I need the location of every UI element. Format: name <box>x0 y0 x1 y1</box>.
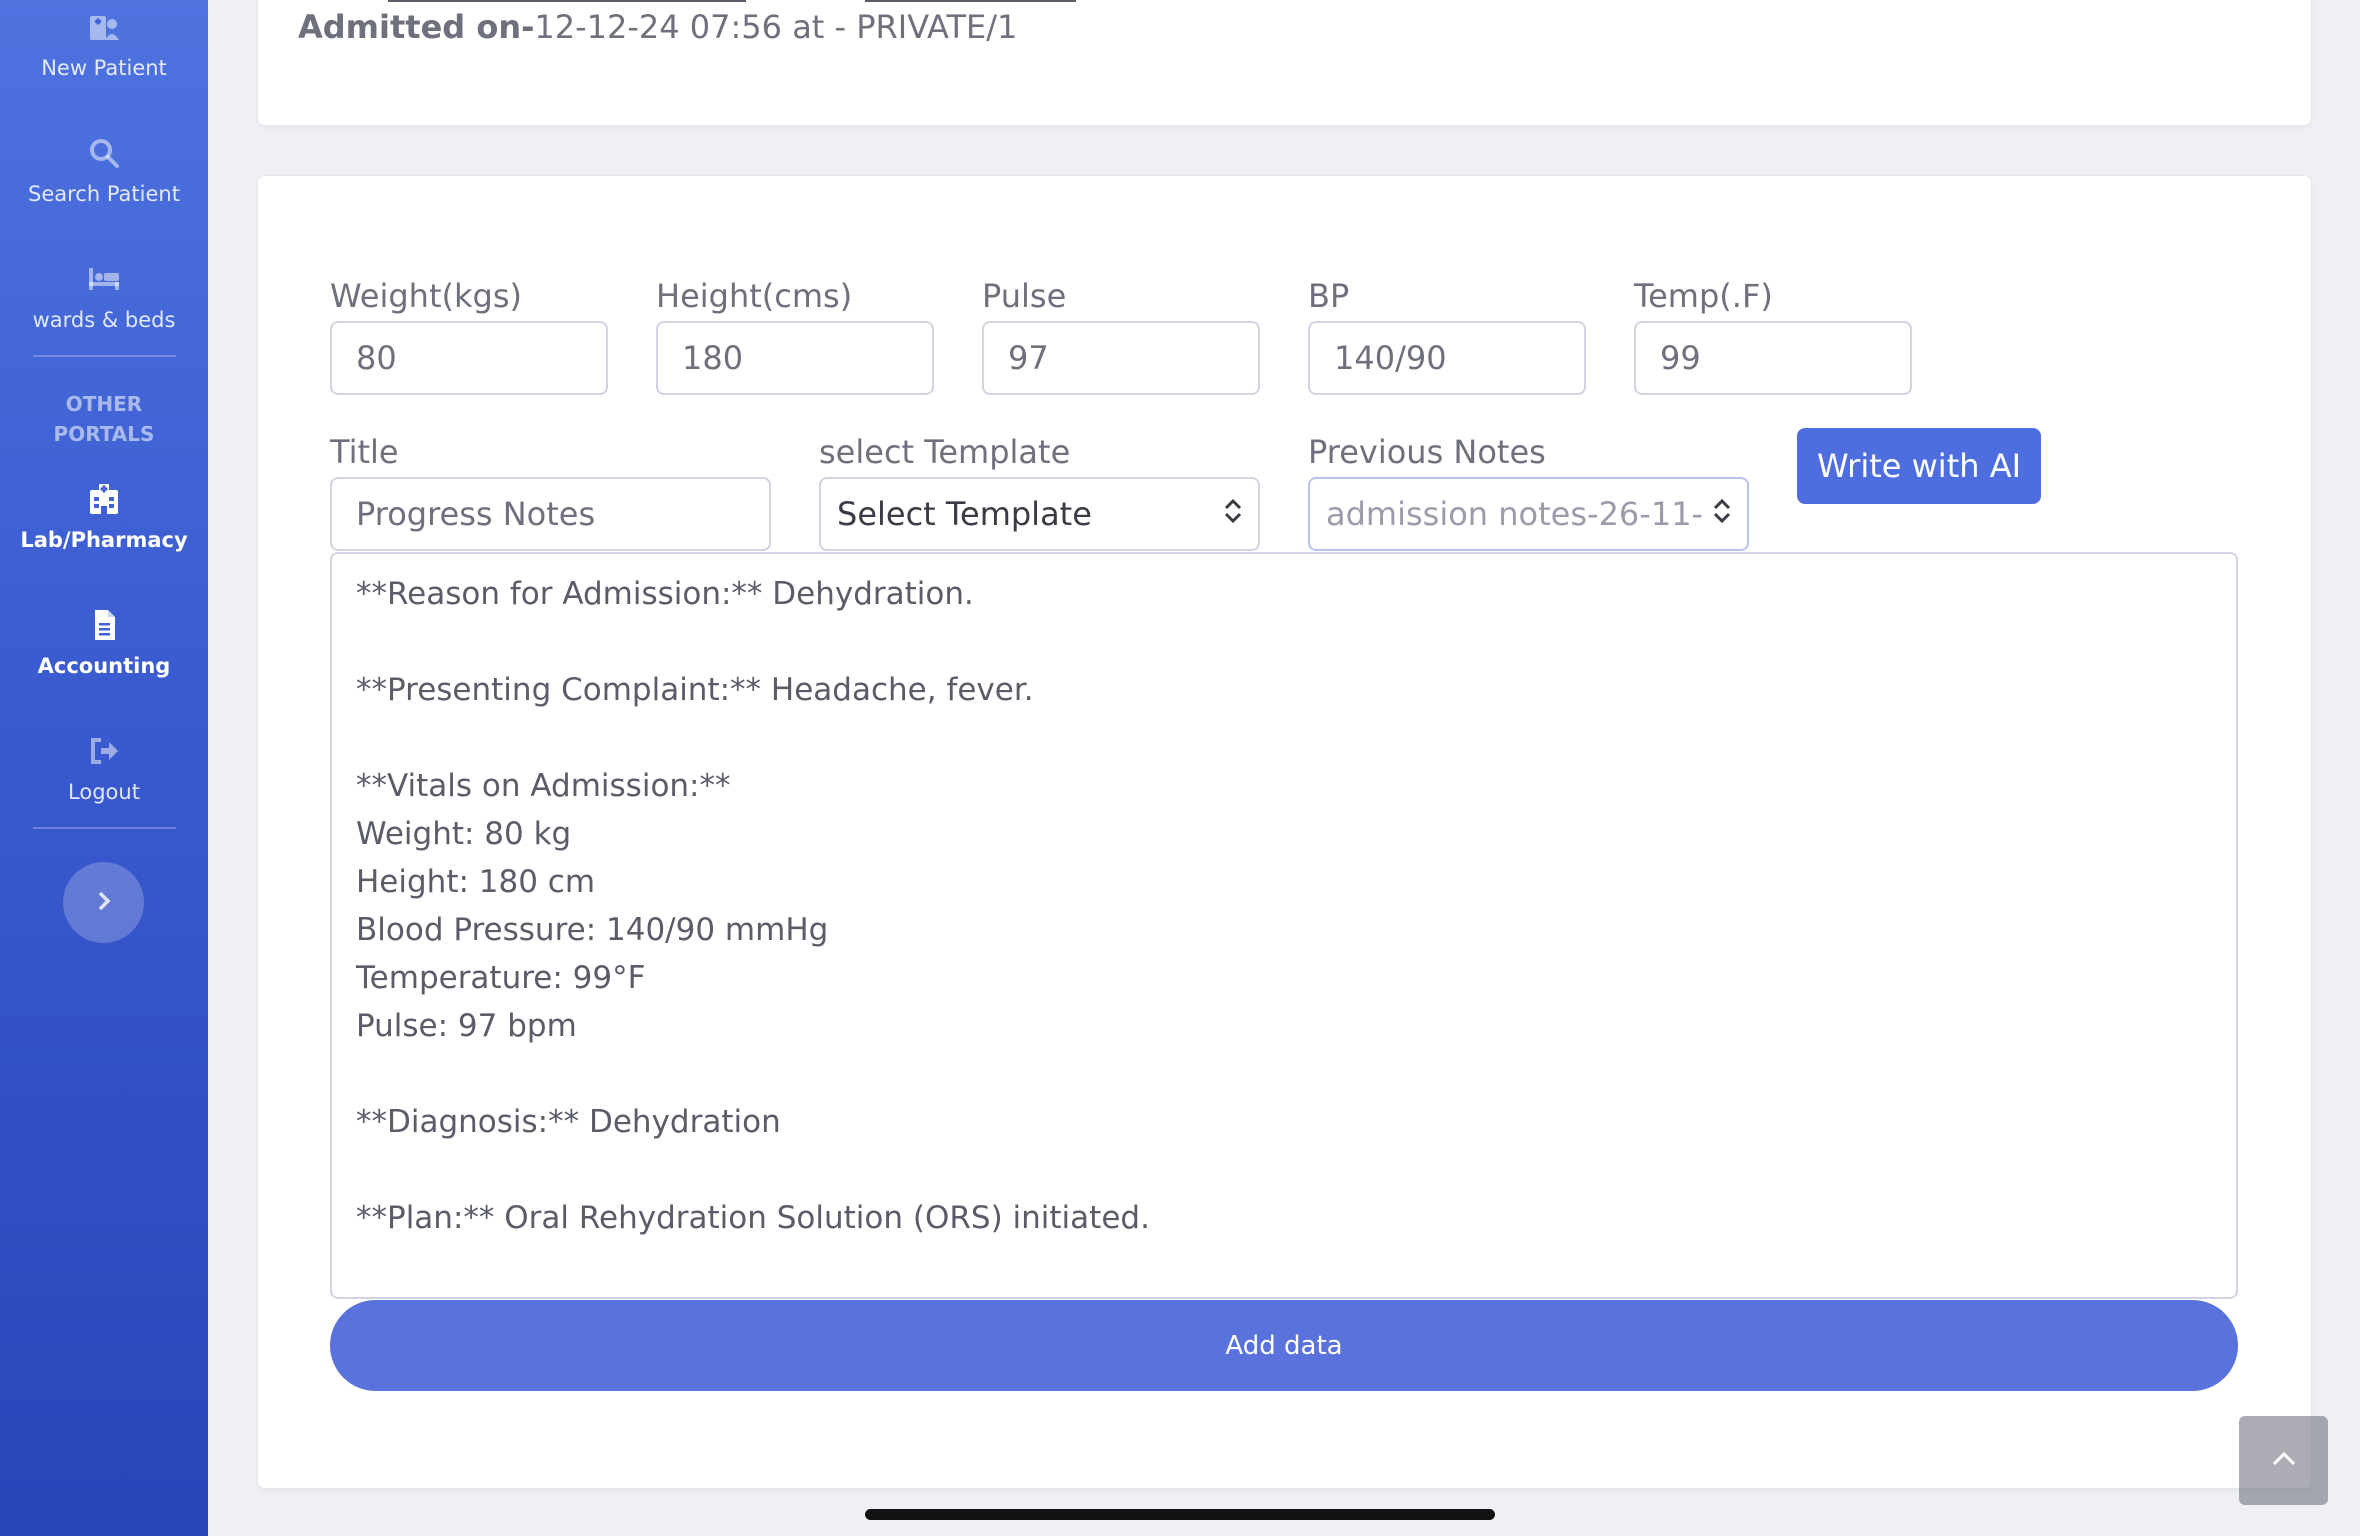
sidebar-item-label: Lab/Pharmacy <box>20 528 188 552</box>
previous-notes-select[interactable]: admission notes-26-11-2 <box>1308 477 1749 551</box>
sidebar-item-accounting[interactable]: Accounting <box>0 608 208 678</box>
search-icon <box>0 136 208 170</box>
sidebar-item-label: Logout <box>68 780 140 804</box>
sidebar-divider <box>33 355 176 357</box>
underline-divider <box>388 0 746 2</box>
sidebar-toggle-button[interactable] <box>63 862 144 943</box>
template-label: select Template <box>819 433 1071 471</box>
sidebar-divider <box>33 827 176 829</box>
notes-textarea[interactable]: **Reason for Admission:** Dehydration. *… <box>330 552 2238 1299</box>
file-icon <box>0 608 208 642</box>
pulse-input[interactable]: 97 <box>982 321 1260 395</box>
sidebar-item-label: wards & beds <box>32 308 176 332</box>
sidebar-item-lab-pharmacy[interactable]: Lab/Pharmacy <box>0 482 208 552</box>
height-label: Height(cms) <box>656 277 853 315</box>
bp-input[interactable]: 140/90 <box>1308 321 1586 395</box>
weight-input[interactable]: 80 <box>330 321 608 395</box>
pulse-label: Pulse <box>982 277 1067 315</box>
sidebar-item-label: Accounting <box>37 654 171 678</box>
admission-info: Admitted on-12-12-24 07:56 at - PRIVATE/… <box>298 8 1018 46</box>
temp-input[interactable]: 99 <box>1634 321 1912 395</box>
select-arrows-icon <box>1711 495 1733 533</box>
sidebar-item-wards-beds[interactable]: wards & beds <box>0 262 208 332</box>
add-data-button[interactable]: Add data <box>330 1300 2238 1391</box>
hospital-user-icon <box>0 10 208 44</box>
bp-label: BP <box>1308 277 1350 315</box>
chevron-right-icon <box>93 890 115 916</box>
sidebar-item-new-patient[interactable]: New Patient <box>0 10 208 80</box>
title-label: Title <box>330 433 399 471</box>
bed-icon <box>0 262 208 296</box>
scroll-to-top-button[interactable] <box>2239 1416 2328 1505</box>
height-input[interactable]: 180 <box>656 321 934 395</box>
select-arrows-icon <box>1222 495 1244 533</box>
sidebar-heading: OTHER PORTALS <box>53 392 155 446</box>
underline-divider <box>865 0 1076 2</box>
sidebar-item-search-patient[interactable]: Search Patient <box>0 136 208 206</box>
sidebar-item-label: Search Patient <box>28 182 180 206</box>
temp-label: Temp(.F) <box>1634 277 1773 315</box>
weight-label: Weight(kgs) <box>330 277 522 315</box>
write-with-ai-button[interactable]: Write with AI <box>1797 428 2041 504</box>
sign-out-icon <box>0 734 208 768</box>
sidebar: New Patient Search Patient wards & beds … <box>0 0 208 1536</box>
title-input[interactable]: Progress Notes <box>330 477 771 551</box>
previous-notes-label: Previous Notes <box>1308 433 1546 471</box>
sidebar-item-label: New Patient <box>41 56 167 80</box>
hospital-icon <box>0 482 208 516</box>
sidebar-item-logout[interactable]: Logout <box>0 734 208 804</box>
template-select[interactable]: Select Template <box>819 477 1260 551</box>
home-indicator <box>865 1509 1495 1520</box>
chevron-up-icon <box>2270 1450 2298 1472</box>
